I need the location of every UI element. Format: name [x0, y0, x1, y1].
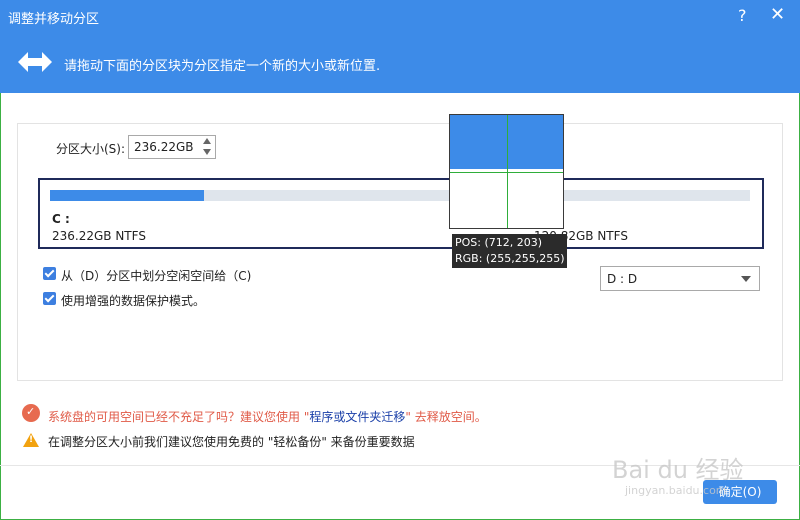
partition-panel — [17, 123, 783, 381]
data-protection-checkbox[interactable] — [43, 292, 56, 305]
banner-instruction: 请拖动下面的分区块为分区指定一个新的大小或新位置. — [64, 59, 381, 74]
partition-size-input[interactable]: 236.22GB — [128, 135, 216, 159]
thumbs-up-icon — [22, 404, 40, 422]
allocate-space-checkbox[interactable] — [43, 267, 56, 280]
pos-readout: POS: (712, 203) — [455, 236, 543, 249]
c-usage-fill — [50, 190, 204, 201]
pixel-readout: POS: (712, 203) RGB: (255,255,255) — [452, 234, 568, 268]
space-hint-text: 系统盘的可用空间已经不充足了吗？建议您使用 " — [48, 410, 310, 424]
header-bar: 调整并移动分区 ? ✕ 请拖动下面的分区块为分区指定一个新的大小或新位置. — [0, 0, 800, 93]
data-protection-label: 使用增强的数据保护模式。 — [61, 294, 206, 308]
migrate-link[interactable]: 程序或文件夹迁移 — [309, 410, 405, 424]
warning-icon-mark: ! — [29, 435, 34, 445]
spin-down-icon[interactable] — [203, 149, 211, 155]
magnifier-overlay — [449, 114, 564, 229]
watermark-url: jingyan.baidu.com — [625, 484, 727, 497]
help-button[interactable]: ? — [738, 6, 747, 25]
rgb-readout: RGB: (255,255,255) — [455, 252, 565, 265]
select-value: D : D — [607, 272, 638, 286]
disk-map[interactable] — [38, 178, 764, 249]
c-drive-size: 236.22GB NTFS — [52, 229, 146, 243]
c-drive-letter: C : — [52, 212, 70, 226]
magnifier-crosshair-h — [450, 172, 563, 173]
space-hint: 系统盘的可用空间已经不充足了吗？建议您使用 "程序或文件夹迁移" 去释放空间。 — [48, 408, 487, 425]
c-usage-bar[interactable] — [50, 190, 750, 201]
source-partition-select[interactable]: D : D — [600, 266, 760, 291]
watermark-logo: Bai du 经验 — [612, 456, 744, 484]
chevron-down-icon — [741, 276, 751, 282]
backup-hint: 在调整分区大小前我们建议您使用免费的 "轻松备份" 来备份重要数据 — [48, 435, 415, 449]
window-title: 调整并移动分区 — [8, 12, 100, 27]
space-hint-tail: " 去释放空间。 — [405, 410, 487, 424]
partition-size-value: 236.22GB — [134, 140, 194, 154]
resize-arrows-icon — [18, 52, 52, 72]
spin-up-icon[interactable] — [203, 138, 211, 144]
partition-size-label: 分区大小(S): — [56, 142, 126, 156]
close-button[interactable]: ✕ — [770, 4, 785, 25]
allocate-space-label: 从（D）分区中划分空闲空间给（C) — [61, 269, 252, 283]
